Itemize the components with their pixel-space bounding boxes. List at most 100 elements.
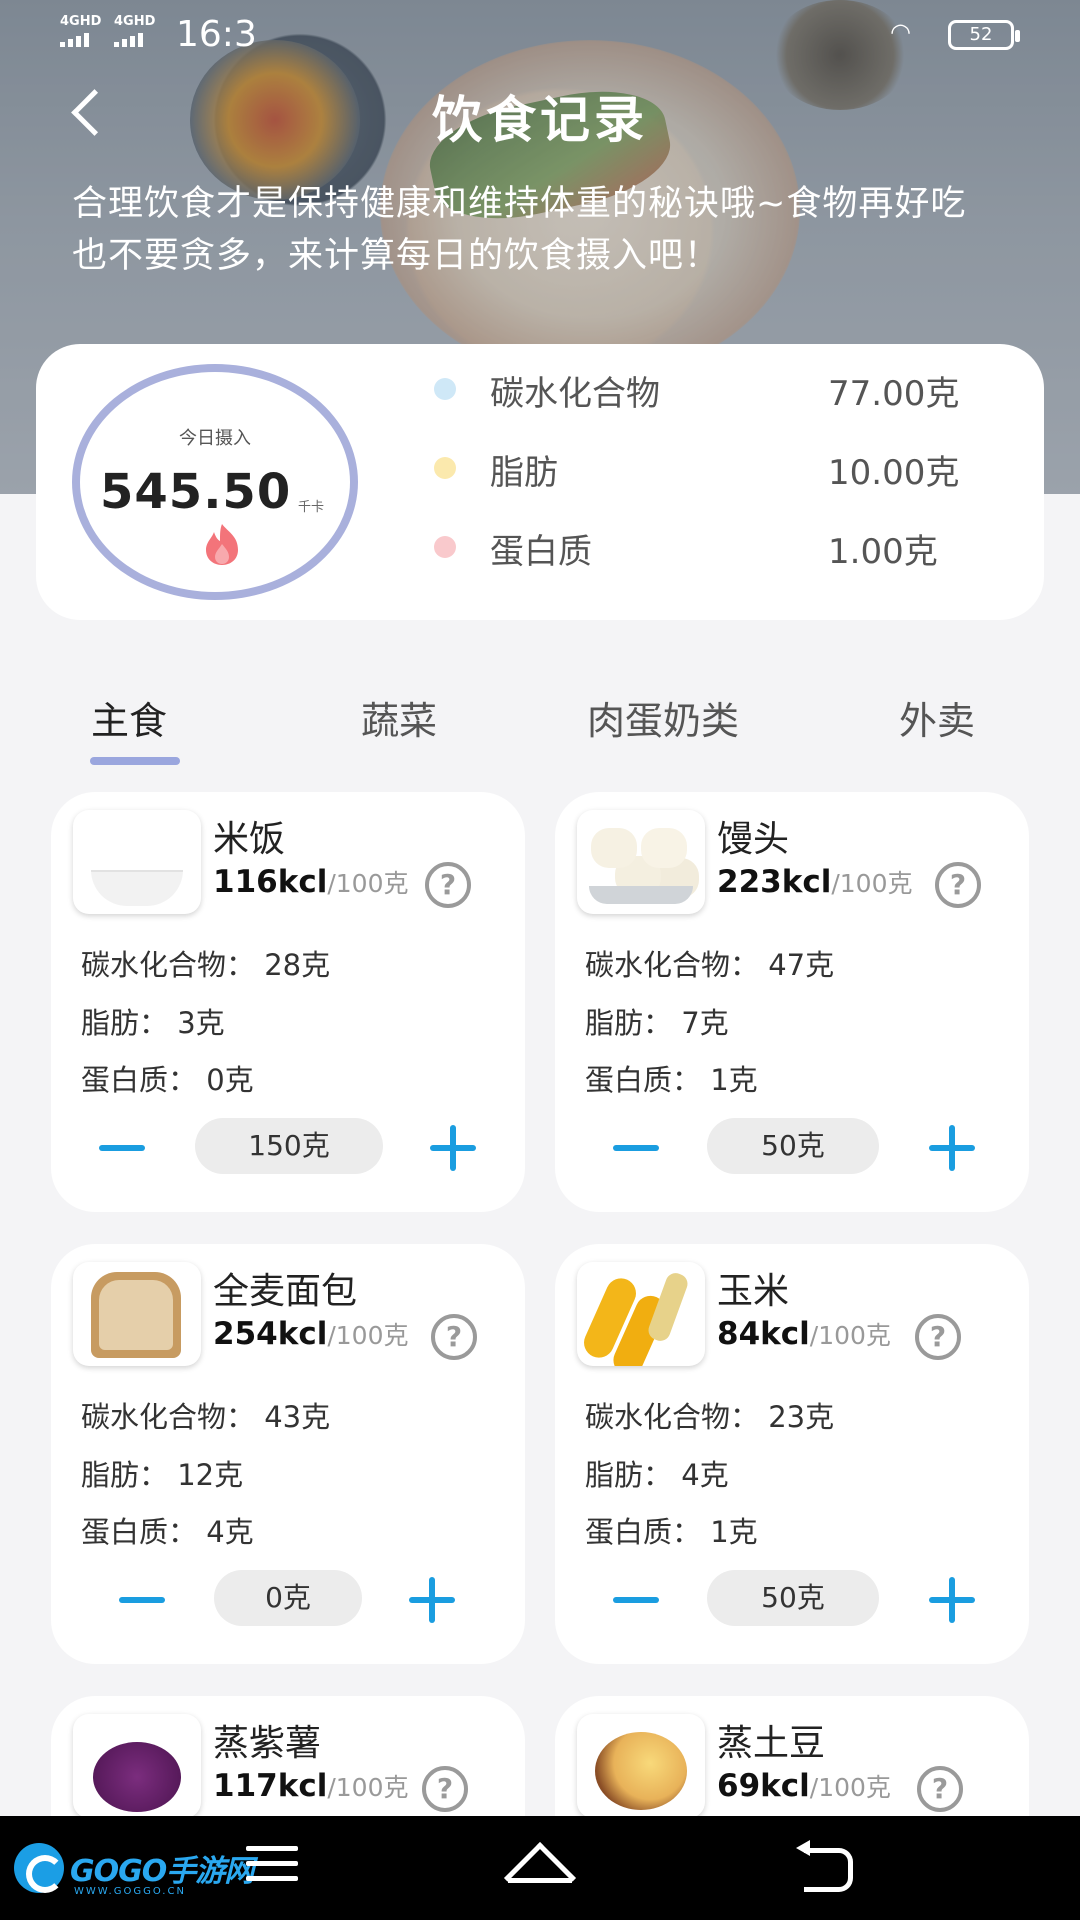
help-icon[interactable]: ?: [422, 1766, 468, 1812]
increase-button[interactable]: [925, 1570, 981, 1630]
home-icon[interactable]: [504, 1842, 576, 1892]
food-card-steamed-purple-yam: 蒸紫薯 117kcl/100克 ?: [51, 1696, 525, 1820]
page-title: 饮食记录: [432, 91, 648, 149]
food-card-whole-wheat-bread: 全麦面包 254kcl/100克 ? 碳水化合物： 43克 脂肪： 12克 蛋白…: [51, 1244, 525, 1664]
signal-bars-icon: [114, 31, 155, 47]
food-card-steamed-potato: 蒸土豆 69kcl/100克 ?: [555, 1696, 1029, 1820]
kcal-value: 84kcl: [717, 1316, 810, 1352]
flame-icon: [206, 524, 238, 565]
carbs-stat: 碳水化合物： 28克: [81, 948, 331, 982]
help-icon[interactable]: ?: [425, 862, 471, 908]
kcal-per: /100克: [327, 1773, 409, 1802]
macro-value: 77.00克: [828, 374, 960, 414]
potato-thumb: [577, 1714, 705, 1818]
corn-thumb: [577, 1262, 705, 1366]
menu-icon[interactable]: [246, 1846, 298, 1886]
system-nav-bar: GOGO手游网 WWW.GOGGO.CN: [0, 1816, 1080, 1920]
food-calories: 116kcl/100克: [213, 864, 408, 900]
network-type: 4GHD: [60, 14, 102, 29]
tab-meat-egg-dairy[interactable]: 肉蛋奶类: [587, 690, 739, 745]
network-type: 4GHD: [114, 14, 156, 29]
food-card-corn: 玉米 84kcl/100克 ? 碳水化合物： 23克 脂肪： 4克 蛋白质： 1…: [555, 1244, 1029, 1664]
fat-dot: [434, 457, 456, 479]
kcal-value: 117kcl: [213, 1768, 328, 1804]
decrease-button[interactable]: [95, 1118, 151, 1178]
increase-button[interactable]: [925, 1118, 981, 1178]
category-tabs: 主食 蔬菜 肉蛋奶类 外卖: [0, 680, 1080, 780]
food-name: 玉米: [717, 1271, 790, 1312]
signal-indicator-2: 4GHD: [114, 14, 155, 47]
food-name: 米饭: [213, 819, 286, 860]
quantity-field[interactable]: 0克: [214, 1570, 362, 1626]
macro-name: 蛋白质: [490, 532, 592, 572]
decrease-button[interactable]: [609, 1118, 665, 1178]
food-name: 全麦面包: [213, 1271, 358, 1312]
quantity-field[interactable]: 50克: [707, 1118, 879, 1174]
status-bar: 4GHD 4GHD 16:3 ◠ 52: [0, 0, 1080, 66]
battery-level: 52: [969, 24, 993, 45]
intake-ring: 今日摄入 545.50 千卡: [72, 364, 358, 600]
help-icon[interactable]: ?: [431, 1314, 477, 1360]
protein-stat: 蛋白质： 4克: [81, 1515, 254, 1549]
food-name: 馒头: [717, 819, 790, 860]
intake-unit: 千卡: [298, 500, 325, 515]
macro-value: 1.00克: [828, 532, 938, 572]
macro-name: 碳水化合物: [490, 374, 660, 414]
battery-icon: 52: [948, 20, 1020, 50]
help-icon[interactable]: ?: [915, 1314, 961, 1360]
protein-stat: 蛋白质： 1克: [585, 1515, 758, 1549]
food-calories: 69kcl/100克: [717, 1768, 891, 1804]
carbs-stat: 碳水化合物： 23克: [585, 1400, 835, 1434]
kcal-per: /100克: [831, 869, 913, 898]
kcal-value: 69kcl: [717, 1768, 810, 1804]
carbs-stat: 碳水化合物： 47克: [585, 948, 835, 982]
signal-indicator-1: 4GHD: [60, 14, 101, 47]
food-calories: 223kcl/100克: [717, 864, 912, 900]
kcal-value: 254kcl: [213, 1316, 328, 1352]
daily-summary-card: 今日摄入 545.50 千卡 碳水化合物 77.00克 脂肪 10.00克 蛋白…: [36, 344, 1044, 620]
signal-bars-icon: [60, 31, 101, 47]
rice-thumb: [73, 810, 201, 914]
purple-yam-thumb: [73, 1714, 201, 1818]
tab-takeout[interactable]: 外卖: [899, 690, 975, 745]
quantity-field[interactable]: 150克: [195, 1118, 383, 1174]
food-name: 蒸土豆: [717, 1723, 826, 1764]
food-card-rice: 米饭 116kcl/100克 ? 碳水化合物： 28克 脂肪： 3克 蛋白质： …: [51, 792, 525, 1212]
tab-staple[interactable]: 主食: [91, 690, 167, 745]
steamed-bun-thumb: [577, 810, 705, 914]
logo-text: GOGO手游网: [70, 1854, 254, 1889]
protein-stat: 蛋白质： 0克: [81, 1063, 254, 1097]
protein-dot: [434, 536, 456, 558]
fat-stat: 脂肪： 7克: [585, 1006, 729, 1040]
macro-value: 10.00克: [828, 453, 960, 493]
active-tab-indicator: [90, 757, 180, 765]
page-subtitle: 合理饮食才是保持健康和维持体重的秘诀哦~食物再好吃也不要贪多，来计算每日的饮食摄…: [72, 184, 967, 276]
back-icon[interactable]: [796, 1840, 854, 1892]
tab-vegetables[interactable]: 蔬菜: [361, 690, 437, 745]
fat-stat: 脂肪： 3克: [81, 1006, 225, 1040]
kcal-value: 116kcl: [213, 864, 328, 900]
food-calories: 254kcl/100克: [213, 1316, 408, 1352]
wifi-icon: ◠: [890, 18, 911, 46]
macro-name: 脂肪: [490, 453, 558, 493]
food-calories: 84kcl/100克: [717, 1316, 891, 1352]
decrease-button[interactable]: [609, 1570, 665, 1630]
help-icon[interactable]: ?: [917, 1766, 963, 1812]
increase-button[interactable]: [426, 1118, 482, 1178]
intake-label: 今日摄入: [179, 428, 251, 449]
kcal-per: /100克: [809, 1321, 891, 1350]
decrease-button[interactable]: [115, 1570, 171, 1630]
fat-stat: 脂肪： 12克: [81, 1458, 244, 1492]
kcal-value: 223kcl: [717, 864, 832, 900]
clock: 16:3: [176, 14, 257, 55]
quantity-field[interactable]: 50克: [707, 1570, 879, 1626]
logo-url: WWW.GOGGO.CN: [74, 1886, 186, 1897]
kcal-per: /100克: [327, 1321, 409, 1350]
increase-button[interactable]: [405, 1570, 461, 1630]
bread-thumb: [73, 1262, 201, 1366]
help-icon[interactable]: ?: [935, 862, 981, 908]
kcal-per: /100克: [327, 869, 409, 898]
food-calories: 117kcl/100克: [213, 1768, 408, 1804]
watermark-logo: GOGO手游网 WWW.GOGGO.CN: [14, 1836, 254, 1900]
logo-icon: [14, 1843, 64, 1893]
